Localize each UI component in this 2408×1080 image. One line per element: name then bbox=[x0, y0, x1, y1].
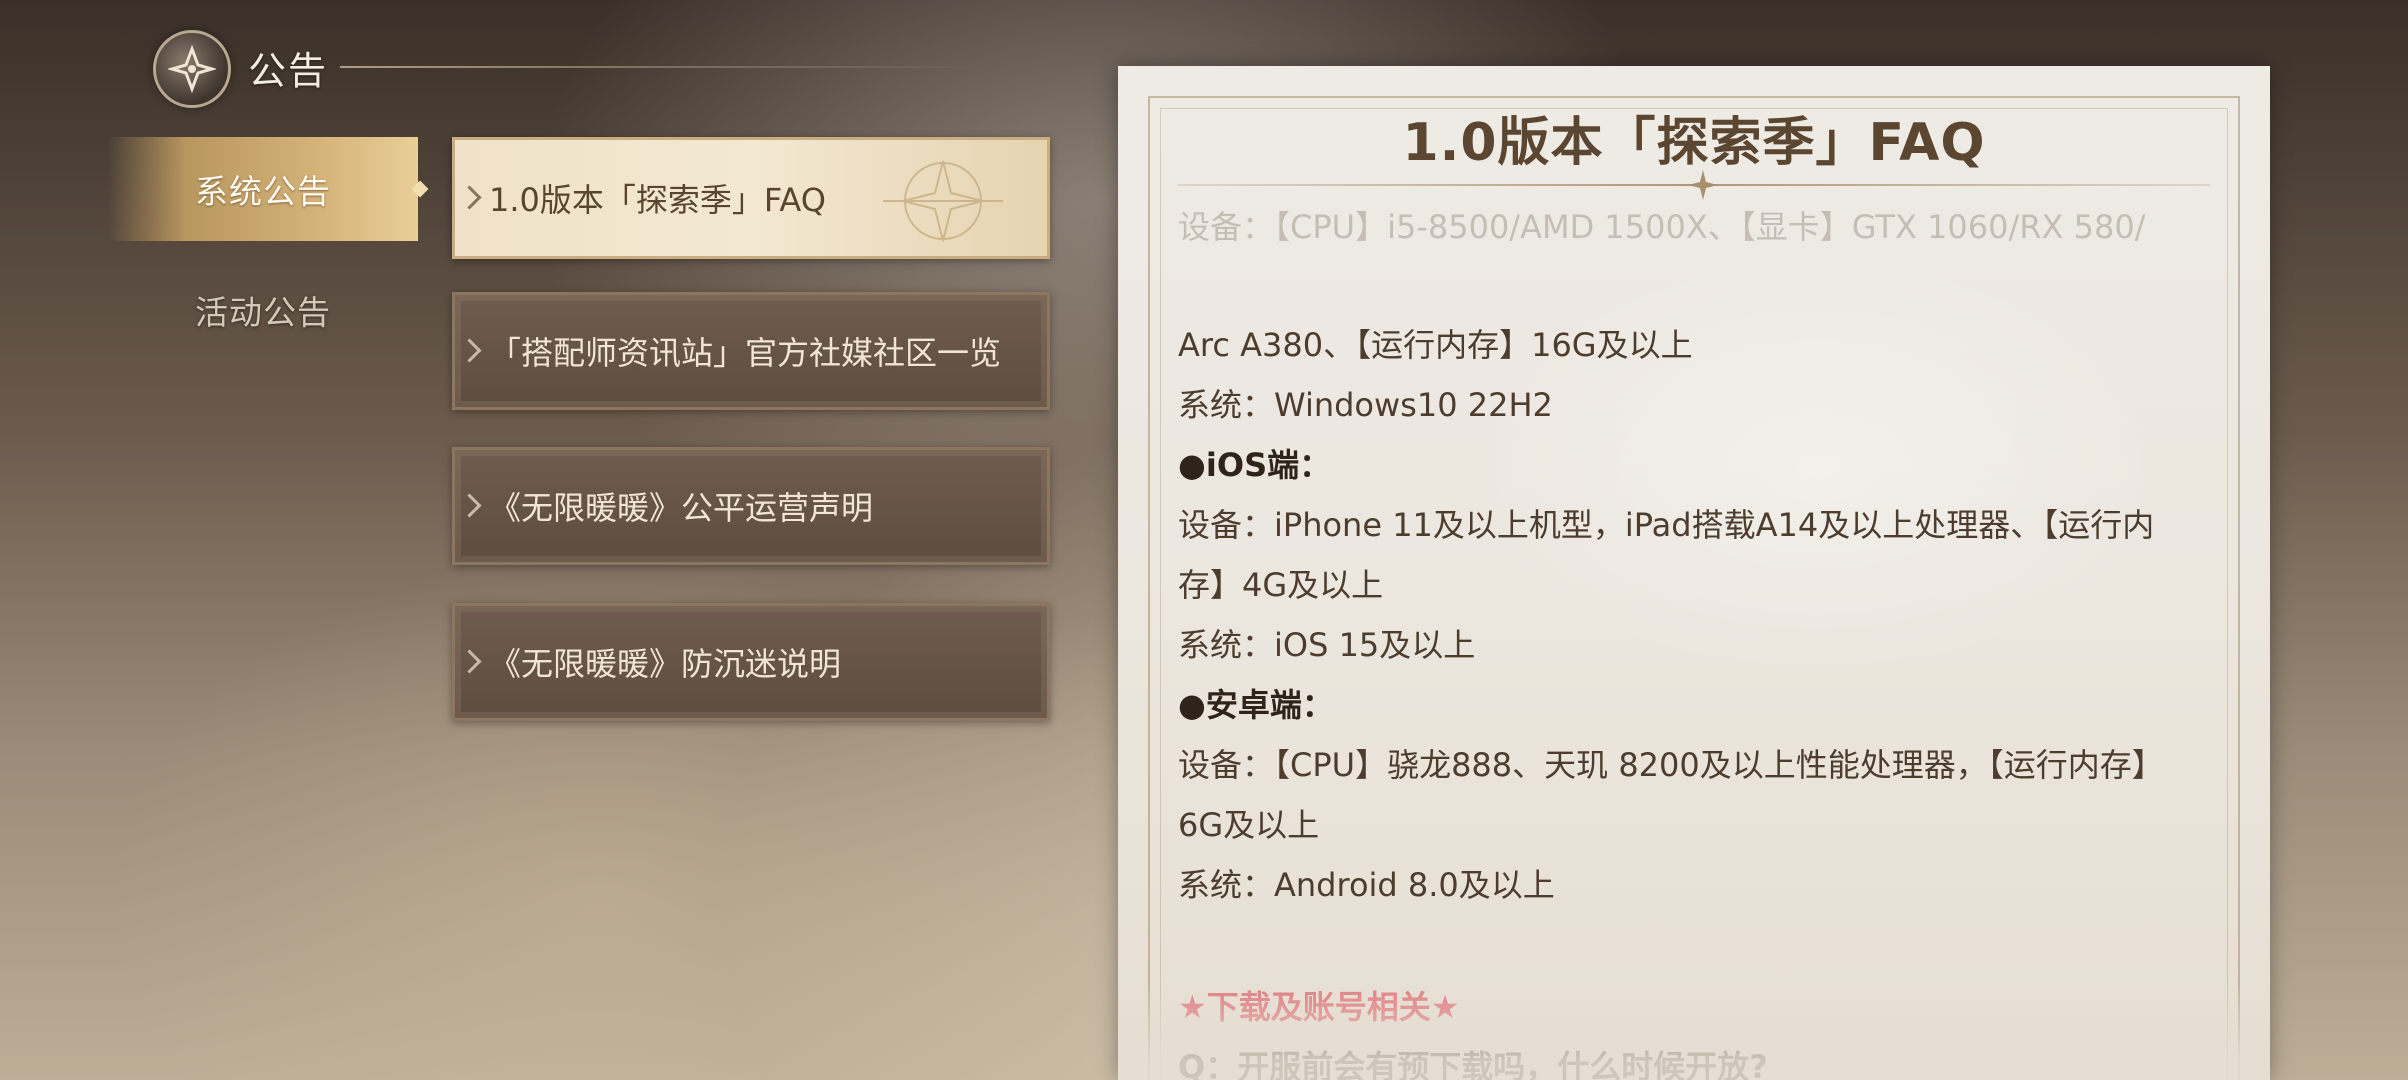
doc-heading: ●安卓端： bbox=[1178, 686, 1334, 724]
announcement-title: 1.0版本「探索季」FAQ bbox=[489, 181, 826, 219]
announcement-title: 《无限暖暖》公平运营声明 bbox=[489, 489, 874, 527]
divider-star-icon bbox=[1688, 170, 1718, 200]
faq-question: Q：开服前会有预下载吗，什么时候开放? bbox=[1178, 1048, 1768, 1080]
section-header: ★下载及账号相关★ bbox=[1178, 988, 1460, 1026]
doc-line: 设备：【CPU】骁龙888、天玑 8200及以上性能处理器，【运行内存】 bbox=[1178, 746, 2164, 784]
announcement-title: 「搭配师资讯站」官方社媒社区一览 bbox=[489, 334, 1002, 372]
header-divider bbox=[340, 66, 980, 68]
doc-line: 系统：Android 8.0及以上 bbox=[1178, 866, 1555, 904]
tab-event-announcements[interactable]: 活动公告 bbox=[108, 258, 418, 362]
nikki-emblem-icon[interactable] bbox=[153, 30, 231, 108]
announcement-title: 《无限暖暖》防沉迷说明 bbox=[489, 645, 842, 683]
document-title: 1.0版本「探索季」FAQ bbox=[1402, 113, 1986, 173]
doc-line: Arc A380、【运行内存】16G及以上 bbox=[1178, 326, 1693, 364]
announcement-item-social-media[interactable]: 「搭配师资讯站」官方社媒社区一览 bbox=[452, 292, 1050, 410]
compass-star-icon bbox=[883, 160, 1003, 242]
chevron-right-icon bbox=[457, 649, 482, 674]
doc-line: 设备：iPhone 11及以上机型，iPad搭载A14及以上处理器、【运行内 bbox=[1178, 506, 2155, 544]
chevron-right-icon bbox=[457, 185, 482, 210]
chevron-right-icon bbox=[457, 493, 482, 518]
tab-label: 活动公告 bbox=[195, 293, 331, 332]
tab-label: 系统公告 bbox=[195, 172, 331, 211]
doc-line: 系统：iOS 15及以上 bbox=[1178, 626, 1476, 664]
announcement-content-panel[interactable]: 1.0版本「探索季」FAQ 设备：【CPU】i5-8500/AMD 1500X、… bbox=[1118, 66, 2270, 1080]
announcement-item-fair-operation[interactable]: 《无限暖暖》公平运营声明 bbox=[452, 447, 1050, 565]
announcement-item-anti-addiction[interactable]: 《无限暖暖》防沉迷说明 bbox=[452, 603, 1050, 721]
doc-line: 6G及以上 bbox=[1178, 806, 1320, 844]
tab-system-announcements[interactable]: 系统公告 bbox=[108, 137, 418, 241]
announcement-item-faq[interactable]: 1.0版本「探索季」FAQ bbox=[452, 137, 1050, 259]
doc-heading: ●iOS端： bbox=[1178, 446, 1332, 484]
document-body[interactable]: 设备：【CPU】i5-8500/AMD 1500X、【显卡】GTX 1060/R… bbox=[1178, 202, 2238, 1080]
page-title: 公告 bbox=[248, 49, 329, 93]
doc-line: 存】4G及以上 bbox=[1178, 566, 1384, 604]
doc-line: 系统：Windows10 22H2 bbox=[1178, 386, 1553, 424]
doc-line: 设备：【CPU】i5-8500/AMD 1500X、【显卡】GTX 1060/R… bbox=[1178, 208, 2146, 246]
chevron-right-icon bbox=[457, 338, 482, 363]
